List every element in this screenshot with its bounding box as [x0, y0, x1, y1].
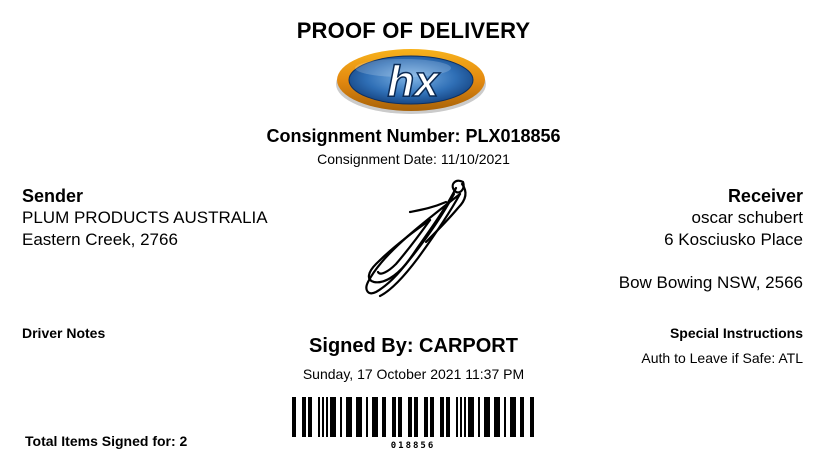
barcode-bar	[346, 397, 352, 437]
barcode-bar	[446, 397, 450, 437]
document-title: PROOF OF DELIVERY	[296, 18, 531, 43]
receiver-heading: Receiver	[727, 186, 803, 206]
barcode-bar	[340, 397, 342, 437]
barcode-bar	[318, 397, 320, 437]
barcode-bar	[356, 397, 362, 437]
receiver-suburb: Bow Bowing NSW, 2566	[618, 273, 803, 292]
barcode-bar	[468, 397, 474, 437]
logo-text: hx	[387, 57, 440, 106]
sender-address: Eastern Creek, 2766	[22, 230, 178, 249]
barcode-bar	[326, 397, 328, 437]
barcode-bar	[330, 397, 336, 437]
barcode-bar	[510, 397, 516, 437]
barcode-bar	[292, 397, 296, 437]
receiver-street: 6 Kosciusko Place	[664, 230, 803, 249]
barcode-bar	[322, 397, 324, 437]
barcode-bar	[372, 397, 378, 437]
sender-name: PLUM PRODUCTS AUSTRALIA	[22, 208, 268, 227]
barcode-bar	[456, 397, 458, 437]
barcode-bar	[484, 397, 490, 437]
barcode-bar	[424, 397, 428, 437]
barcode-bar	[382, 397, 386, 437]
signed-datetime: Sunday, 17 October 2021 11:37 PM	[302, 366, 525, 382]
barcode-number: 018856	[390, 441, 436, 451]
total-items-signed: Total Items Signed for: 2	[25, 433, 188, 449]
barcode-bar	[460, 397, 462, 437]
barcode-bar	[302, 397, 306, 437]
barcode-bar	[366, 397, 368, 437]
barcode-bar	[308, 397, 312, 437]
barcode-bar	[414, 397, 418, 437]
signed-by: Signed By: CARPORT	[309, 335, 518, 357]
barcode-bar	[464, 397, 466, 437]
barcode-bar	[398, 397, 402, 437]
barcode-bar	[504, 397, 506, 437]
barcode-bar	[530, 397, 534, 437]
receiver-name: oscar schubert	[691, 208, 804, 227]
barcode-bar	[440, 397, 444, 437]
barcode-bar	[520, 397, 524, 437]
barcode-bar	[392, 397, 396, 437]
barcode	[292, 397, 534, 437]
signature-icon	[365, 179, 467, 298]
consignment-date: Consignment Date: 11/10/2021	[317, 151, 510, 167]
barcode-bar	[408, 397, 412, 437]
barcode-bar	[494, 397, 500, 437]
sender-heading: Sender	[22, 186, 84, 206]
consignment-number: Consignment Number: PLX018856	[266, 126, 561, 146]
barcode-bar	[478, 397, 480, 437]
hx-logo: hx	[336, 49, 486, 114]
barcode-bar	[430, 397, 434, 437]
